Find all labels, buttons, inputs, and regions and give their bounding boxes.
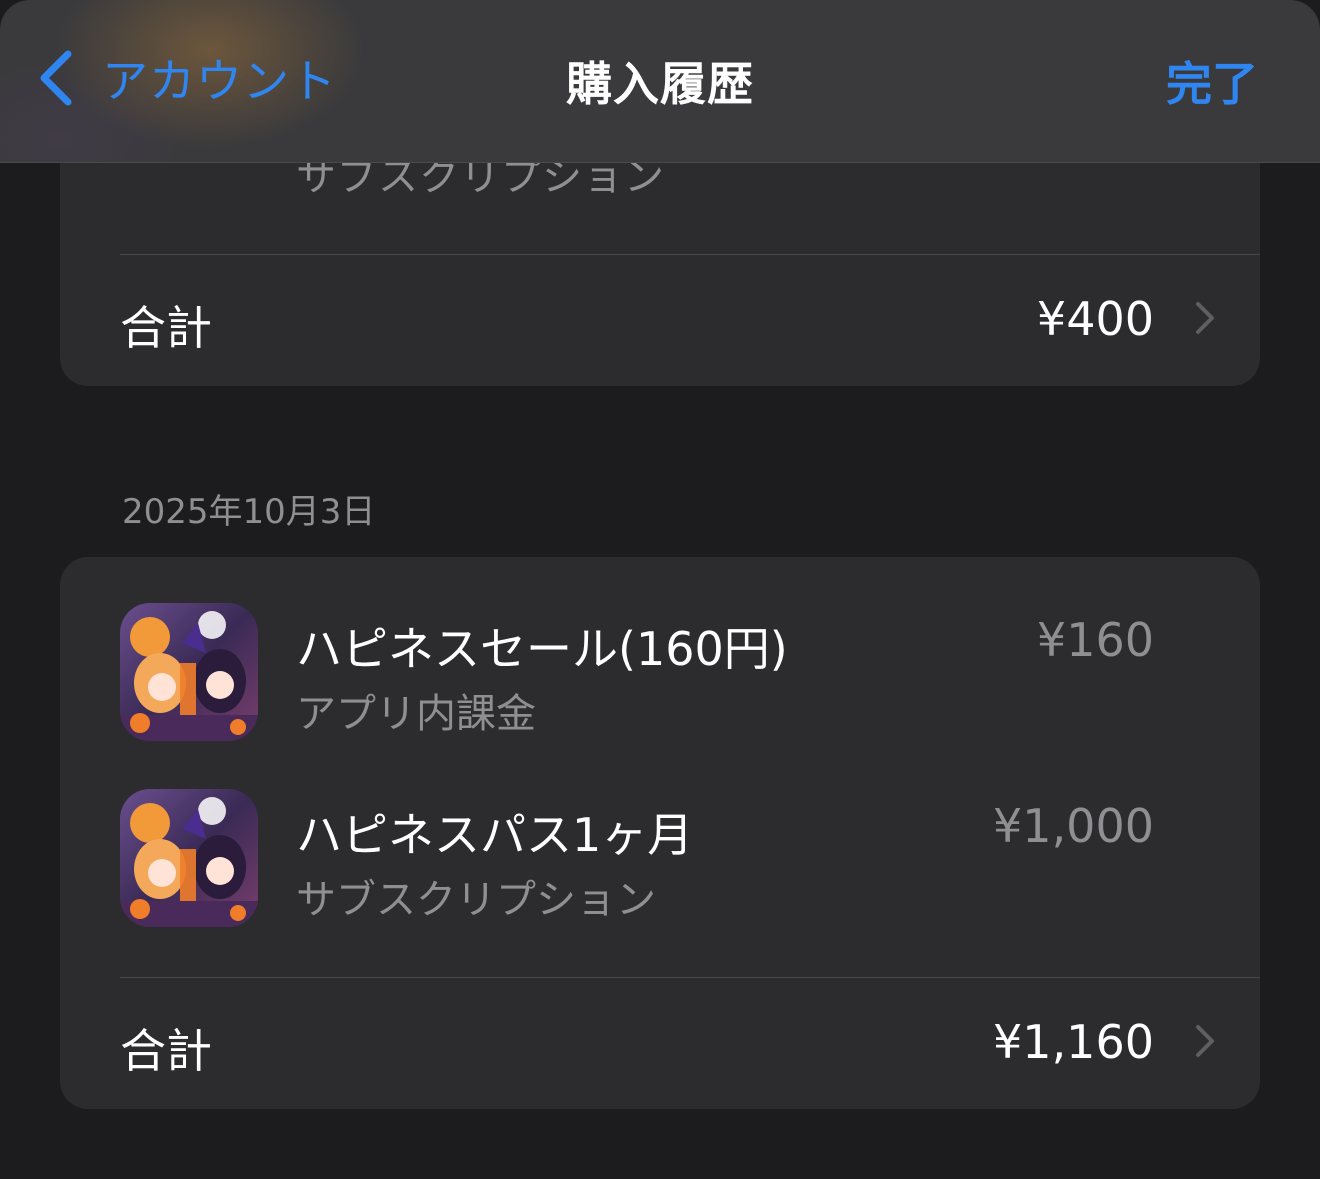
navigation-bar: アカウント 購入履歴 完了	[0, 0, 1320, 163]
total-row[interactable]: 合計 ¥1,160	[60, 977, 1260, 1107]
item-subtitle: サブスクリプション	[296, 877, 656, 923]
item-subtitle: アプリ内課金	[296, 691, 536, 737]
purchase-card: ハピネスセール(160円) アプリ内課金 ¥160 ハピネスパス1ヶ月 サブスク…	[60, 557, 1260, 1109]
page-title: 購入履歴	[566, 57, 754, 111]
purchase-history-screen: サブスクリプション 合計 ¥400 アカウント 購入履歴 完了 2025年10月…	[0, 0, 1320, 1179]
done-button[interactable]: 完了	[1166, 48, 1258, 114]
item-price: ¥160	[1036, 613, 1154, 667]
chevron-right-icon	[1196, 302, 1214, 334]
total-label: 合計	[120, 1024, 212, 1078]
item-price: ¥1,000	[993, 799, 1154, 853]
purchase-item[interactable]: ハピネスセール(160円) アプリ内課金 ¥160	[60, 557, 1260, 741]
total-label: 合計	[120, 301, 212, 355]
item-title: ハピネスパス1ヶ月	[296, 808, 694, 862]
total-amount: ¥400	[1036, 292, 1154, 346]
app-icon	[120, 789, 258, 927]
section-date-header: 2025年10月3日	[122, 492, 376, 532]
total-row[interactable]: 合計 ¥400	[60, 254, 1260, 384]
item-title: ハピネスセール(160円)	[296, 622, 788, 676]
total-amount: ¥1,160	[993, 1015, 1154, 1069]
app-icon	[120, 603, 258, 741]
purchase-item[interactable]: ハピネスパス1ヶ月 サブスクリプション ¥1,000	[60, 743, 1260, 927]
chevron-right-icon	[1196, 1025, 1214, 1057]
